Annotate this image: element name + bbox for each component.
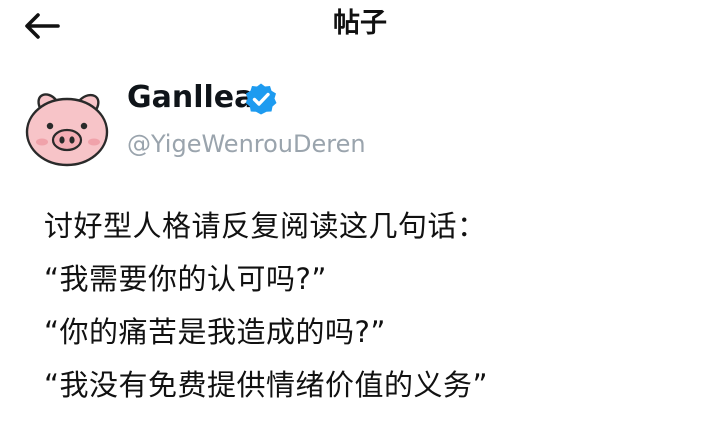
post-line: “我需要你的认可吗?”: [44, 262, 327, 296]
post-line: “我没有免费提供情绪价值的义务”: [44, 368, 489, 402]
page-title: 帖子: [333, 8, 387, 39]
post-line: 讨好型人格请反复阅读这几句话：: [44, 209, 487, 243]
pig-avatar-icon: [25, 93, 109, 167]
author-name[interactable]: Ganllea: [127, 78, 254, 118]
post-body: 讨好型人格请反复阅读这几句话： “我需要你的认可吗?” “你的痛苦是我造成的吗?…: [44, 200, 704, 412]
avatar[interactable]: [20, 86, 112, 172]
verified-badge-icon: [245, 83, 277, 115]
author-handle[interactable]: @YigeWenrouDeren: [127, 127, 366, 161]
top-bar: 帖子: [0, 0, 720, 56]
post-line: “你的痛苦是我造成的吗?”: [44, 315, 386, 349]
